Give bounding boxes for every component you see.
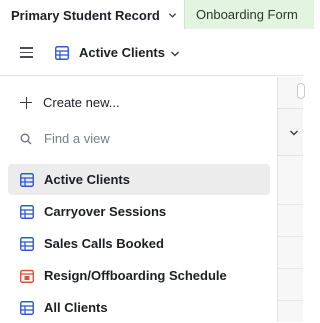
grid-row-divider xyxy=(278,268,303,269)
view-item[interactable]: Sales Calls Booked xyxy=(8,228,270,259)
grid-row-divider xyxy=(278,300,303,301)
menu-icon[interactable] xyxy=(20,47,33,58)
view-item[interactable]: Active Clients xyxy=(8,164,270,195)
view-item-label: All Clients xyxy=(44,300,108,315)
grid-view-icon xyxy=(20,300,34,315)
chevron-down-icon[interactable] xyxy=(170,49,180,59)
view-item-label: Active Clients xyxy=(44,172,130,187)
grid-view-icon xyxy=(20,236,34,251)
view-item[interactable]: Resign/Offboarding Schedule xyxy=(8,260,270,291)
grid-view-icon xyxy=(20,172,34,187)
search-icon xyxy=(20,133,32,144)
grid-row-divider xyxy=(278,204,303,205)
create-new-label: Create new... xyxy=(43,95,120,110)
find-view-search xyxy=(20,131,194,146)
create-new-button[interactable]: Create new... xyxy=(20,95,120,110)
tab-onboarding-form[interactable]: Onboarding Form xyxy=(184,0,314,29)
calendar-view-icon xyxy=(20,269,34,283)
chevron-down-icon[interactable] xyxy=(289,128,299,138)
tab-onboarding-form-label: Onboarding Form xyxy=(196,7,298,22)
view-item-label: Resign/Offboarding Schedule xyxy=(44,268,227,283)
grid-checkbox[interactable] xyxy=(297,83,305,99)
view-item-label: Carryover Sessions xyxy=(44,204,167,219)
plus-icon xyxy=(20,96,32,109)
base-name-label: Primary Student Record xyxy=(11,7,160,23)
view-item[interactable]: Carryover Sessions xyxy=(8,196,270,227)
chevron-down-icon xyxy=(168,12,176,18)
find-view-input[interactable] xyxy=(44,131,194,146)
grid-view-icon xyxy=(20,204,34,219)
grid-view-icon xyxy=(55,46,69,60)
view-item-label: Sales Calls Booked xyxy=(44,236,164,251)
base-name-dropdown[interactable]: Primary Student Record xyxy=(11,0,177,30)
current-view-title[interactable]: Active Clients xyxy=(79,45,165,60)
view-item[interactable]: All Clients xyxy=(8,292,270,323)
grid-row-divider xyxy=(278,236,303,237)
